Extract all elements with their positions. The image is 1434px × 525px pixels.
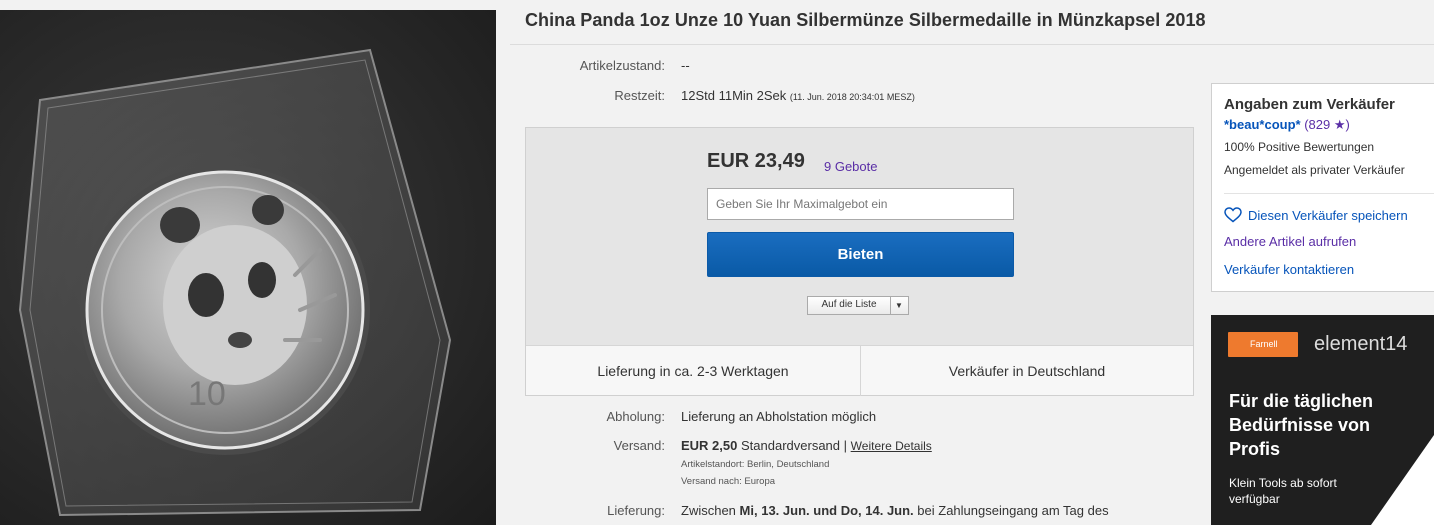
shipping-label: Versand: — [613, 438, 665, 453]
condition-label: Artikelzustand: — [579, 58, 665, 73]
shipping-value: EUR 2,50 Standardversand | Weitere Detai… — [681, 438, 932, 453]
seller-name-row: *beau*coup* (829 ★) — [1224, 117, 1350, 133]
time-left-value: 12Std 11Min 2Sek (11. Jun. 2018 20:34:01… — [681, 88, 915, 103]
seller-heading: Angaben zum Verkäufer — [1224, 96, 1395, 113]
seller-name-link[interactable]: *beau*coup* — [1224, 117, 1301, 132]
item-location: Artikelstandort: Berlin, Deutschland — [681, 459, 830, 470]
delivery-estimate: Lieferung in ca. 2-3 Werktagen — [597, 363, 789, 379]
time-left-label: Restzeit: — [614, 88, 665, 103]
contact-seller-link[interactable]: Verkäufer kontaktieren — [1224, 262, 1354, 277]
delivery-date-from: Mi, 13. Jun. — [739, 503, 810, 518]
other-items-link[interactable]: Andere Artikel aufrufen — [1224, 234, 1356, 249]
seller-rating[interactable]: (829 ★) — [1304, 117, 1350, 132]
pickup-label: Abholung: — [606, 409, 665, 424]
delivery-label: Lieferung: — [607, 503, 665, 518]
seller-info-box: Angaben zum Verkäufer *beau*coup* (829 ★… — [1211, 83, 1434, 292]
farnell-logo: Farnell — [1228, 332, 1298, 357]
watchlist-label[interactable]: Auf die Liste — [808, 297, 891, 314]
delivery-und: und — [813, 503, 838, 518]
current-price: EUR 23,49 — [707, 150, 805, 172]
advertisement[interactable]: Farnell element14 Für die täglichen Bedü… — [1211, 315, 1434, 525]
seller-account-type: Angemeldet als privater Verkäufer — [1224, 163, 1405, 177]
delivery-value: Zwischen Mi, 13. Jun. und Do, 14. Jun. b… — [681, 503, 1109, 518]
ad-headline: Für die täglichen Bedürfnisse von Profis — [1229, 391, 1374, 459]
ships-to: Versand nach: Europa — [681, 476, 776, 487]
save-seller-link[interactable]: Diesen Verkäufer speichern — [1224, 207, 1408, 223]
seller-divider — [1224, 193, 1434, 194]
bid-count-link[interactable]: 9 Gebote — [824, 159, 878, 174]
max-bid-input[interactable] — [707, 188, 1014, 220]
item-title: China Panda 1oz Unze 10 Yuan Silbermünze… — [525, 10, 1206, 30]
bid-box: EUR 23,49 9 Gebote Bieten Auf die Liste … — [525, 127, 1194, 396]
shipping-method: Standardversand — [741, 438, 841, 453]
pickup-value: Lieferung an Abholstation möglich — [681, 409, 877, 424]
delivery-prefix: Zwischen — [681, 503, 736, 518]
element14-logo: element14 — [1314, 333, 1408, 355]
save-seller-label[interactable]: Diesen Verkäufer speichern — [1248, 208, 1408, 223]
coin-value: 10 — [188, 375, 226, 413]
auction-end-time: (11. Jun. 2018 20:34:01 MESZ) — [789, 92, 915, 102]
shipping-details-link[interactable]: Weitere Details — [851, 439, 932, 453]
delivery-date-to: Do, 14. Jun. — [840, 503, 914, 518]
bid-button[interactable]: Bieten — [707, 232, 1014, 277]
add-to-watchlist[interactable]: Auf die Liste ▼ — [807, 296, 909, 315]
heart-icon[interactable] — [1224, 207, 1242, 223]
shipping-price: EUR 2,50 — [681, 438, 738, 453]
delivery-suffix: bei Zahlungseingang am Tag des — [917, 503, 1109, 518]
ad-subline: Klein Tools ab sofort verfügbar — [1229, 476, 1337, 506]
seller-location: Verkäufer in Deutschland — [948, 363, 1106, 379]
product-photo[interactable]: 10 — [0, 10, 496, 525]
farnell-logo-text: Farnell — [1250, 339, 1278, 349]
condition-value: -- — [681, 58, 690, 73]
chevron-down-icon[interactable]: ▼ — [890, 297, 908, 314]
shipping-separator: | — [843, 438, 848, 453]
info-bar: Lieferung in ca. 2-3 Werktagen Verkäufer… — [526, 345, 1193, 396]
time-left-countdown: 12Std 11Min 2Sek — [681, 88, 787, 103]
seller-positive-feedback: 100% Positive Bewertungen — [1224, 140, 1375, 154]
title-divider — [510, 44, 1434, 45]
